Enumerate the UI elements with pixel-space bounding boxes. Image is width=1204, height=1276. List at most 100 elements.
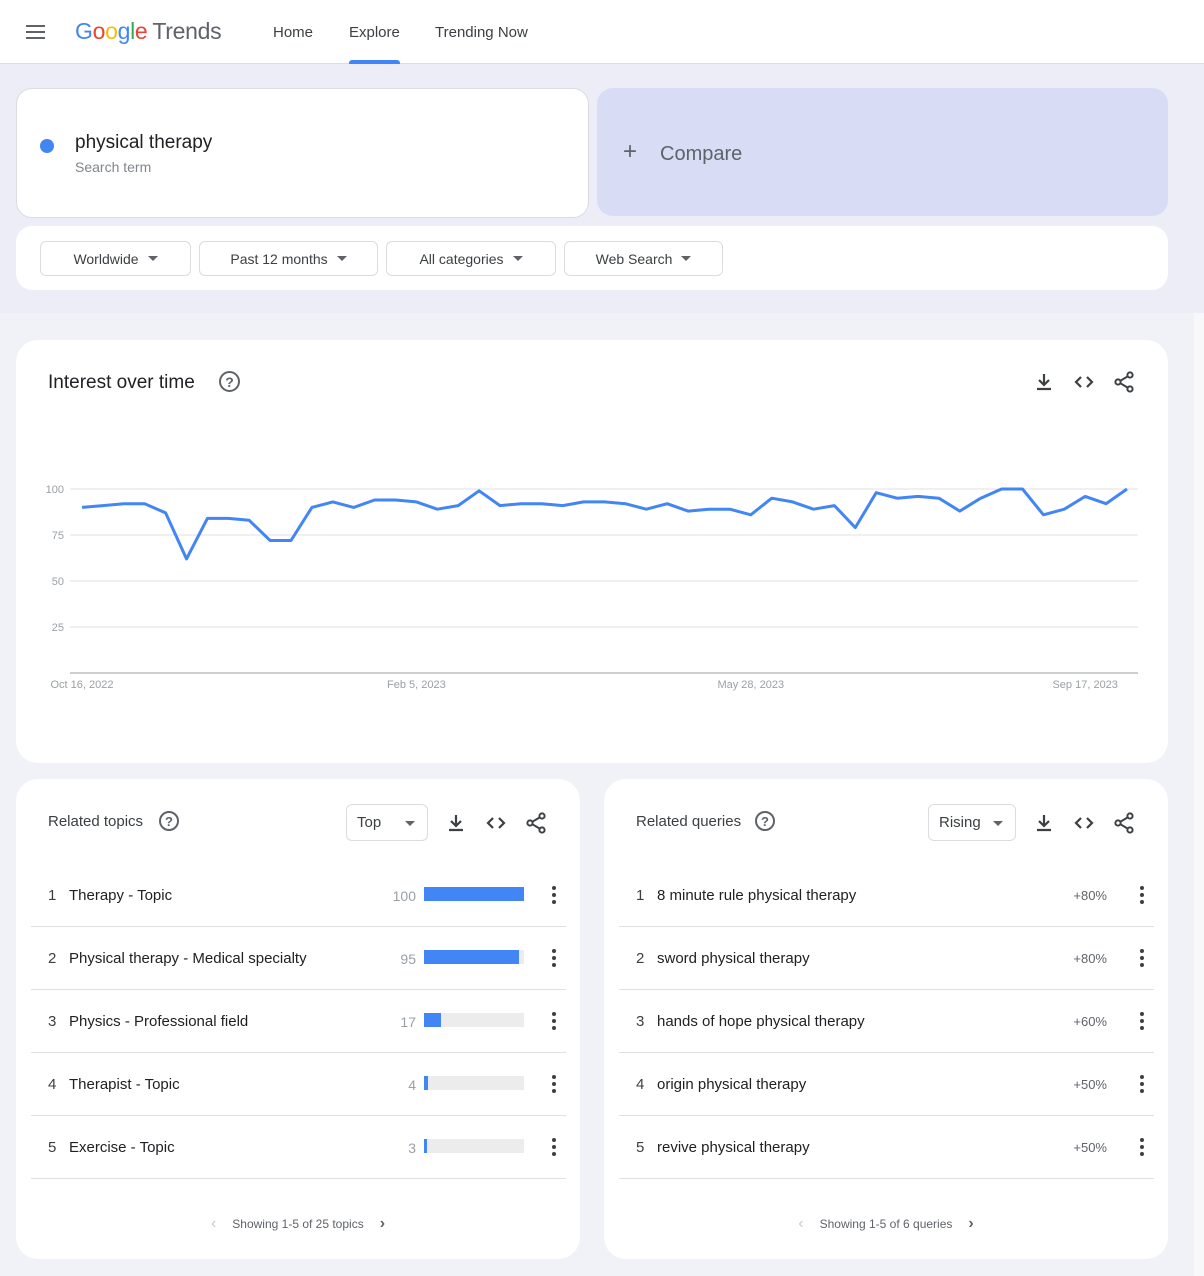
filter-location[interactable]: Worldwide bbox=[40, 241, 191, 276]
pagination-text: Showing 1-5 of 25 topics bbox=[232, 1217, 364, 1231]
search-term-value[interactable]: physical therapy bbox=[75, 132, 212, 154]
filter-category-label: All categories bbox=[419, 250, 504, 267]
filter-location-label: Worldwide bbox=[73, 250, 139, 267]
y-tick-label: 25 bbox=[52, 622, 64, 634]
item-value: +50% bbox=[1073, 1077, 1107, 1092]
logo-letter: o bbox=[92, 18, 106, 44]
prev-page-icon[interactable]: ‹ bbox=[798, 1215, 803, 1233]
item-label[interactable]: sword physical therapy bbox=[657, 950, 810, 967]
filter-category[interactable]: All categories bbox=[386, 241, 556, 276]
list-item[interactable]: 1 Therapy - Topic 100 bbox=[31, 864, 566, 927]
embed-code-icon[interactable] bbox=[1072, 811, 1096, 835]
value-bar-fill bbox=[424, 887, 524, 901]
more-vert-icon[interactable] bbox=[549, 885, 559, 905]
list-item[interactable]: 2 sword physical therapy +80% bbox=[619, 927, 1154, 990]
related-queries-card: Related queries ? Rising 1 8 minute rule… bbox=[604, 779, 1168, 1259]
more-vert-icon[interactable] bbox=[549, 1074, 559, 1094]
item-label[interactable]: Therapy - Topic bbox=[69, 887, 172, 904]
series-line-physical-therapy[interactable] bbox=[81, 487, 1128, 561]
interest-line-chart[interactable]: 25 50 75 100 Oct 16, 2022 Feb 5, 2023 May 28,… bbox=[16, 340, 1168, 763]
item-label[interactable]: hands of hope physical therapy bbox=[657, 1013, 865, 1030]
item-value: 17 bbox=[400, 1014, 416, 1030]
filter-time-range[interactable]: Past 12 months bbox=[199, 241, 378, 276]
share-icon[interactable] bbox=[524, 811, 548, 835]
more-vert-icon[interactable] bbox=[1137, 948, 1147, 968]
dropdown-arrow-icon bbox=[681, 256, 692, 261]
download-icon[interactable] bbox=[1032, 811, 1056, 835]
next-page-icon[interactable]: › bbox=[968, 1215, 973, 1233]
item-value: +80% bbox=[1073, 951, 1107, 966]
nav-home-label: Home bbox=[273, 23, 314, 41]
list-item[interactable]: 4 Therapist - Topic 4 bbox=[31, 1053, 566, 1116]
filter-search-type[interactable]: Web Search bbox=[564, 241, 723, 276]
list-item[interactable]: 3 Physics - Professional field 17 bbox=[31, 990, 566, 1053]
rank: 2 bbox=[48, 950, 57, 967]
related-topics-metric-select[interactable]: Top bbox=[346, 804, 428, 841]
related-queries-metric-select[interactable]: Rising bbox=[928, 804, 1016, 841]
main-menu-button[interactable] bbox=[22, 20, 50, 44]
search-term-card[interactable]: physical therapy Search term bbox=[16, 88, 589, 218]
rank: 3 bbox=[636, 1013, 645, 1030]
item-label[interactable]: Exercise - Topic bbox=[69, 1139, 175, 1156]
related-queries-pagination: ‹ Showing 1-5 of 6 queries › bbox=[604, 1215, 1168, 1233]
dropdown-arrow-icon bbox=[512, 256, 523, 261]
more-vert-icon[interactable] bbox=[1137, 1074, 1147, 1094]
more-vert-icon[interactable] bbox=[1137, 1137, 1147, 1157]
item-value: 3 bbox=[408, 1140, 416, 1156]
item-value: +60% bbox=[1073, 1014, 1107, 1029]
list-item[interactable]: 4 origin physical therapy +50% bbox=[619, 1053, 1154, 1116]
select-value: Rising bbox=[939, 814, 981, 831]
google-trends-logo[interactable]: Google Trends bbox=[75, 18, 222, 45]
item-value: +50% bbox=[1073, 1140, 1107, 1155]
next-page-icon[interactable]: › bbox=[380, 1215, 385, 1233]
list-item[interactable]: 1 8 minute rule physical therapy +80% bbox=[619, 864, 1154, 927]
hamburger-icon bbox=[26, 25, 45, 27]
logo-letter: G bbox=[75, 18, 93, 44]
dropdown-arrow-icon bbox=[405, 821, 415, 826]
item-label[interactable]: revive physical therapy bbox=[657, 1139, 810, 1156]
embed-code-icon[interactable] bbox=[484, 811, 508, 835]
nav-home[interactable]: Home bbox=[273, 0, 313, 64]
more-vert-icon[interactable] bbox=[1137, 885, 1147, 905]
nav-explore-label: Explore bbox=[349, 23, 400, 41]
item-label[interactable]: 8 minute rule physical therapy bbox=[657, 887, 856, 904]
list-item[interactable]: 5 revive physical therapy +50% bbox=[619, 1116, 1154, 1179]
more-vert-icon[interactable] bbox=[1137, 1011, 1147, 1031]
plus-icon: + bbox=[623, 138, 638, 165]
more-vert-icon[interactable] bbox=[549, 1011, 559, 1031]
help-icon[interactable]: ? bbox=[159, 811, 179, 831]
item-label[interactable]: Therapist - Topic bbox=[69, 1076, 180, 1093]
item-label[interactable]: Physical therapy - Medical specialty bbox=[69, 950, 307, 967]
logo-letter: o bbox=[105, 18, 118, 44]
nav-explore[interactable]: Explore bbox=[349, 0, 400, 64]
list-item[interactable]: 3 hands of hope physical therapy +60% bbox=[619, 990, 1154, 1053]
value-bar-track bbox=[424, 950, 524, 964]
item-value: 100 bbox=[392, 888, 416, 904]
help-icon[interactable]: ? bbox=[755, 811, 775, 831]
value-bar-track bbox=[424, 1076, 524, 1090]
more-vert-icon[interactable] bbox=[549, 1137, 559, 1157]
more-vert-icon[interactable] bbox=[549, 948, 559, 968]
logo-letter: e bbox=[134, 18, 148, 44]
item-label[interactable]: origin physical therapy bbox=[657, 1076, 806, 1093]
y-tick-label: 50 bbox=[52, 576, 64, 588]
page-scrollbar-track[interactable] bbox=[1194, 313, 1204, 1276]
nav-trending-now[interactable]: Trending Now bbox=[435, 0, 528, 64]
item-value: 95 bbox=[400, 951, 416, 967]
term-color-dot bbox=[40, 139, 54, 153]
list-item[interactable]: 2 Physical therapy - Medical specialty 95 bbox=[31, 927, 566, 990]
share-icon[interactable] bbox=[1112, 811, 1136, 835]
prev-page-icon[interactable]: ‹ bbox=[211, 1215, 216, 1233]
value-bar-fill bbox=[424, 1013, 441, 1027]
list-item[interactable]: 5 Exercise - Topic 3 bbox=[31, 1116, 566, 1179]
compare-button[interactable]: + Compare bbox=[597, 88, 1168, 216]
logo-trends-text: Trends bbox=[152, 18, 222, 44]
y-tick-label: 75 bbox=[52, 530, 64, 542]
download-icon[interactable] bbox=[444, 811, 468, 835]
value-bar-track bbox=[424, 1013, 524, 1027]
value-bar-fill bbox=[424, 1076, 428, 1090]
item-label[interactable]: Physics - Professional field bbox=[69, 1013, 248, 1030]
filters-bar: Worldwide Past 12 months All categories … bbox=[16, 226, 1168, 290]
value-bar-fill bbox=[424, 950, 519, 964]
rank: 2 bbox=[636, 950, 645, 967]
